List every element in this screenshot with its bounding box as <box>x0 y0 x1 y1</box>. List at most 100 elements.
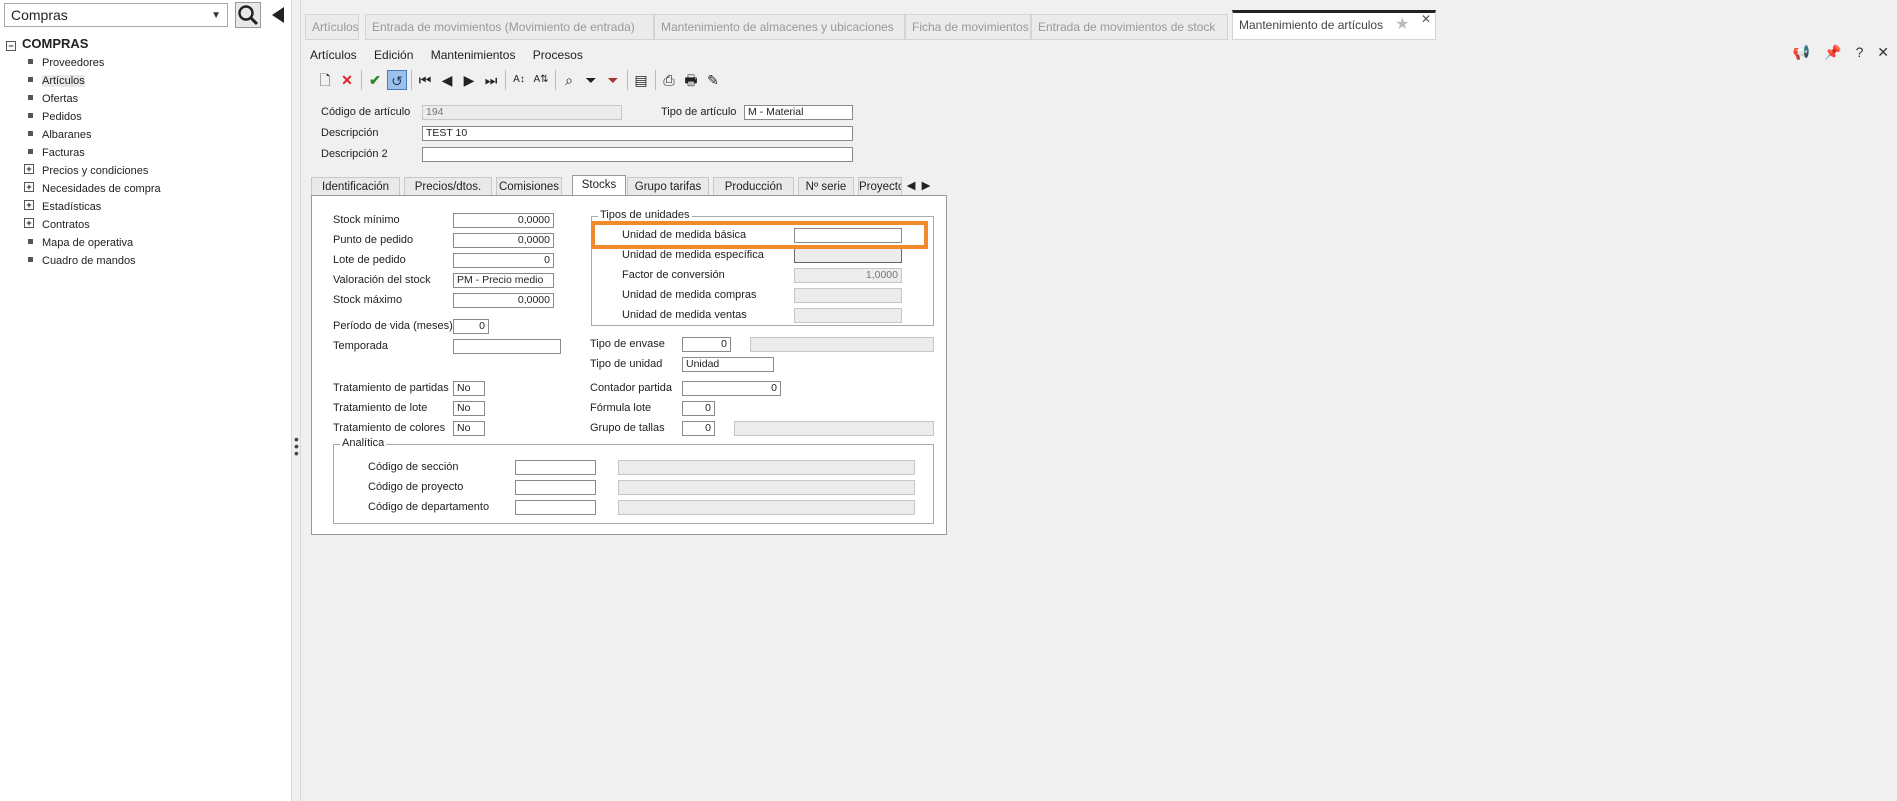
subtab-comisiones[interactable]: Comisiones <box>496 177 562 197</box>
tipo-articulo-field[interactable]: M - Material <box>744 105 853 120</box>
delete-icon[interactable]: ✕ <box>337 70 357 90</box>
filter-icon[interactable]: ⏷ <box>581 70 601 90</box>
edit-icon[interactable]: ✎ <box>703 70 723 90</box>
clear-filter-icon[interactable]: ⏷ <box>603 70 623 90</box>
search-button[interactable] <box>235 2 261 28</box>
grid-view-icon[interactable]: ▤ <box>631 70 651 90</box>
punto-pedido-label: Punto de pedido <box>333 234 414 246</box>
megaphone-icon[interactable]: 📢 <box>1793 44 1810 60</box>
tree-root-compras[interactable]: − COMPRAS <box>6 35 161 53</box>
star-icon[interactable]: ★ <box>1395 16 1409 33</box>
trat-partidas-label: Tratamiento de partidas <box>333 382 449 394</box>
sort-custom-icon[interactable]: A⇅ <box>531 70 551 90</box>
menu-articulos[interactable]: Artículos <box>310 48 357 62</box>
tipo-envase-description <box>750 337 934 352</box>
temporada-field[interactable] <box>453 339 561 354</box>
subtab-n-serie[interactable]: Nº serie <box>798 177 854 197</box>
unidad-compras-field[interactable] <box>794 288 902 303</box>
tab-entrada-movimientos[interactable]: Entrada de movimientos (Movimiento de en… <box>365 14 654 40</box>
tree-item[interactable]: Ofertas <box>6 89 161 107</box>
analitica-group: Analítica Código de sección Código de pr… <box>333 437 934 524</box>
close-window-icon[interactable]: ✕ <box>1877 44 1889 60</box>
tab-articulos[interactable]: Artículos <box>305 14 359 40</box>
tree-item[interactable]: Cuadro de mandos <box>6 251 161 269</box>
trat-lote-field[interactable]: No <box>453 401 485 416</box>
help-icon[interactable]: ? <box>1856 44 1864 60</box>
expand-icon[interactable]: + <box>24 182 34 192</box>
last-record-icon[interactable]: ⏭ <box>481 70 501 90</box>
tree-item[interactable]: + Precios y condiciones <box>6 161 161 179</box>
punto-pedido-field[interactable]: 0,0000 <box>453 233 554 248</box>
tab-scroll-right-icon[interactable]: ▶ <box>919 177 933 197</box>
tree-item-label: Pedidos <box>42 111 82 123</box>
collapse-icon[interactable]: − <box>6 41 16 51</box>
departamento-field[interactable] <box>515 500 596 515</box>
departamento-description <box>618 500 915 515</box>
tree-item[interactable]: + Estadísticas <box>6 197 161 215</box>
tree-item[interactable]: Mapa de operativa <box>6 233 161 251</box>
stock-maximo-field[interactable]: 0,0000 <box>453 293 554 308</box>
tree-item[interactable]: Albaranes <box>6 125 161 143</box>
menu-edicion[interactable]: Edición <box>374 48 413 62</box>
print-icon[interactable]: ⎙ <box>659 70 679 90</box>
collapse-panel-button[interactable] <box>266 2 290 28</box>
stock-minimo-label: Stock mínimo <box>333 214 400 226</box>
tree-item[interactable]: Artículos <box>6 71 161 89</box>
tree-item[interactable]: + Contratos <box>6 215 161 233</box>
tree-item[interactable]: Proveedores <box>6 53 161 71</box>
first-record-icon[interactable]: ⏮ <box>415 70 435 90</box>
close-icon[interactable]: ✕ <box>1421 13 1431 25</box>
subtab-grupo-tarifas[interactable]: Grupo tarifas <box>627 177 709 197</box>
contador-partida-field[interactable]: 0 <box>682 381 781 396</box>
formula-lote-label: Fórmula lote <box>590 402 652 414</box>
previous-record-icon[interactable]: ◀ <box>437 70 457 90</box>
panel-splitter[interactable]: • • • <box>292 0 301 801</box>
subtab-produccion[interactable]: Producción <box>713 177 794 197</box>
tab-mantenimiento-articulos[interactable]: Mantenimiento de artículos ★ ✕ <box>1232 10 1436 40</box>
descripcion2-field[interactable] <box>422 147 853 162</box>
subtab-precios[interactable]: Precios/dtos. <box>404 177 492 197</box>
tipo-unidad-field[interactable]: Unidad <box>682 357 774 372</box>
trat-partidas-field[interactable]: No <box>453 381 485 396</box>
tab-ficha-movimientos[interactable]: Ficha de movimientos <box>905 14 1031 40</box>
factor-conversion-field[interactable]: 1,0000 <box>794 268 902 283</box>
accept-icon[interactable]: ✔ <box>365 70 385 90</box>
subtab-stocks[interactable]: Stocks <box>572 175 626 197</box>
expand-icon[interactable]: + <box>24 218 34 228</box>
valoracion-field[interactable]: PM - Precio medio <box>453 273 554 288</box>
formula-lote-field[interactable]: 0 <box>682 401 715 416</box>
menu-procesos[interactable]: Procesos <box>533 48 583 62</box>
proyecto-field[interactable] <box>515 480 596 495</box>
tab-mantenimiento-almacenes[interactable]: Mantenimiento de almacenes y ubicaciones <box>654 14 905 40</box>
seccion-field[interactable] <box>515 460 596 475</box>
tree-item[interactable]: Facturas <box>6 143 161 161</box>
tree-item[interactable]: + Necesidades de compra <box>6 179 161 197</box>
next-record-icon[interactable]: ▶ <box>459 70 479 90</box>
print-preview-icon[interactable]: 🖶 <box>681 70 701 90</box>
stock-minimo-field[interactable]: 0,0000 <box>453 213 554 228</box>
subtab-proyectos[interactable]: Proyectos <box>858 177 902 197</box>
menu-mantenimientos[interactable]: Mantenimientos <box>431 48 516 62</box>
subtab-identificacion[interactable]: Identificación <box>311 177 400 197</box>
unidad-ventas-field[interactable] <box>794 308 902 323</box>
sort-icon[interactable]: A↕ <box>509 70 529 90</box>
periodo-vida-field[interactable]: 0 <box>453 319 489 334</box>
tab-scroll-left-icon[interactable]: ◀ <box>904 177 918 197</box>
tree-item[interactable]: Pedidos <box>6 107 161 125</box>
grupo-tallas-field[interactable]: 0 <box>682 421 715 436</box>
lote-pedido-field[interactable]: 0 <box>453 253 554 268</box>
find-icon[interactable]: ⌕ <box>559 70 579 90</box>
descripcion-field[interactable]: TEST 10 <box>422 126 853 141</box>
unidad-especifica-field[interactable] <box>794 248 902 263</box>
navigation-tree: − COMPRAS Proveedores Artículos Ofertas Pedi… <box>6 35 161 269</box>
expand-icon[interactable]: + <box>24 200 34 210</box>
undo-icon[interactable]: ↺ <box>387 70 407 90</box>
new-document-icon[interactable]: 🗋 <box>315 70 335 90</box>
expand-icon[interactable]: + <box>24 164 34 174</box>
codigo-field[interactable]: 194 <box>422 105 622 120</box>
tab-entrada-movimientos-stock[interactable]: Entrada de movimientos de stock <box>1031 14 1228 40</box>
module-select[interactable]: Compras ▼ <box>4 3 228 27</box>
tipo-envase-field[interactable]: 0 <box>682 337 731 352</box>
trat-colores-field[interactable]: No <box>453 421 485 436</box>
pin-icon[interactable]: 📌 <box>1824 44 1841 60</box>
